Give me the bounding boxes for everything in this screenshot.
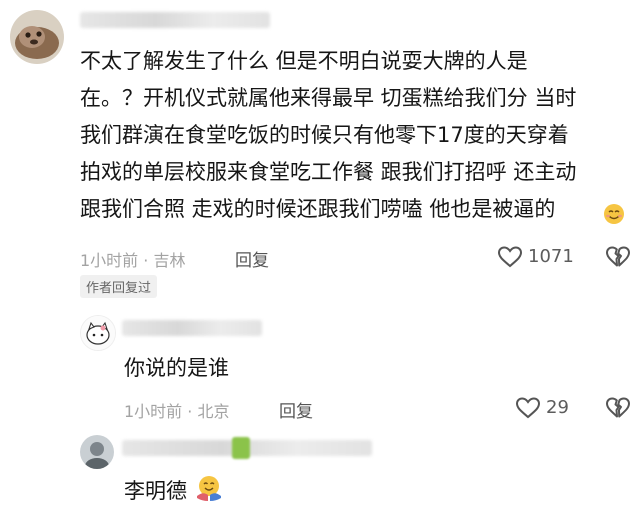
- blurred-badge: [232, 437, 250, 459]
- comment-line-5: 跟我们合照 走戏的时候还跟我们唠嗑 他也是被逼的: [80, 197, 556, 221]
- reply-avatar[interactable]: [80, 315, 116, 351]
- heart-outline-icon[interactable]: [515, 396, 541, 420]
- author-replied-badge: 作者回复过: [80, 275, 158, 298]
- like-count: 1071: [528, 246, 574, 267]
- reply-avatar[interactable]: [80, 435, 114, 469]
- reply-text: 你说的是谁: [124, 356, 229, 380]
- hug-emoji-icon: [195, 474, 223, 502]
- broken-heart-icon[interactable]: [605, 245, 631, 269]
- reply-username-blurred[interactable]: [122, 320, 262, 336]
- reply-text: 李明德: [124, 479, 187, 503]
- reply-time-location: 1小时前 · 北京: [124, 402, 230, 421]
- reply-reply-button[interactable]: 回复: [279, 397, 313, 422]
- comment-line-4: 拍戏的单层校服来食堂吃工作餐 跟我们打招呼 还主动: [80, 160, 577, 184]
- comment-line-1: 不太了解发生了什么 但是不明白说耍大牌的人是: [80, 49, 528, 73]
- username-blurred[interactable]: [80, 12, 270, 28]
- reply-like-count: 29: [546, 397, 569, 418]
- avatar[interactable]: [10, 10, 64, 64]
- reply-button[interactable]: 回复: [235, 246, 269, 271]
- smile-emoji-icon: [603, 203, 625, 225]
- broken-heart-icon[interactable]: [605, 396, 631, 420]
- comment-line-2: 在。？开机仪式就属他来得最早 切蛋糕给我们分 当时: [80, 86, 577, 110]
- heart-outline-icon[interactable]: [497, 245, 523, 269]
- comment-line-3: 我们群演在食堂吃饭的时候只有他零下17度的天穿着: [80, 123, 569, 147]
- comment-time-location: 1小时前 · 吉林: [80, 251, 186, 270]
